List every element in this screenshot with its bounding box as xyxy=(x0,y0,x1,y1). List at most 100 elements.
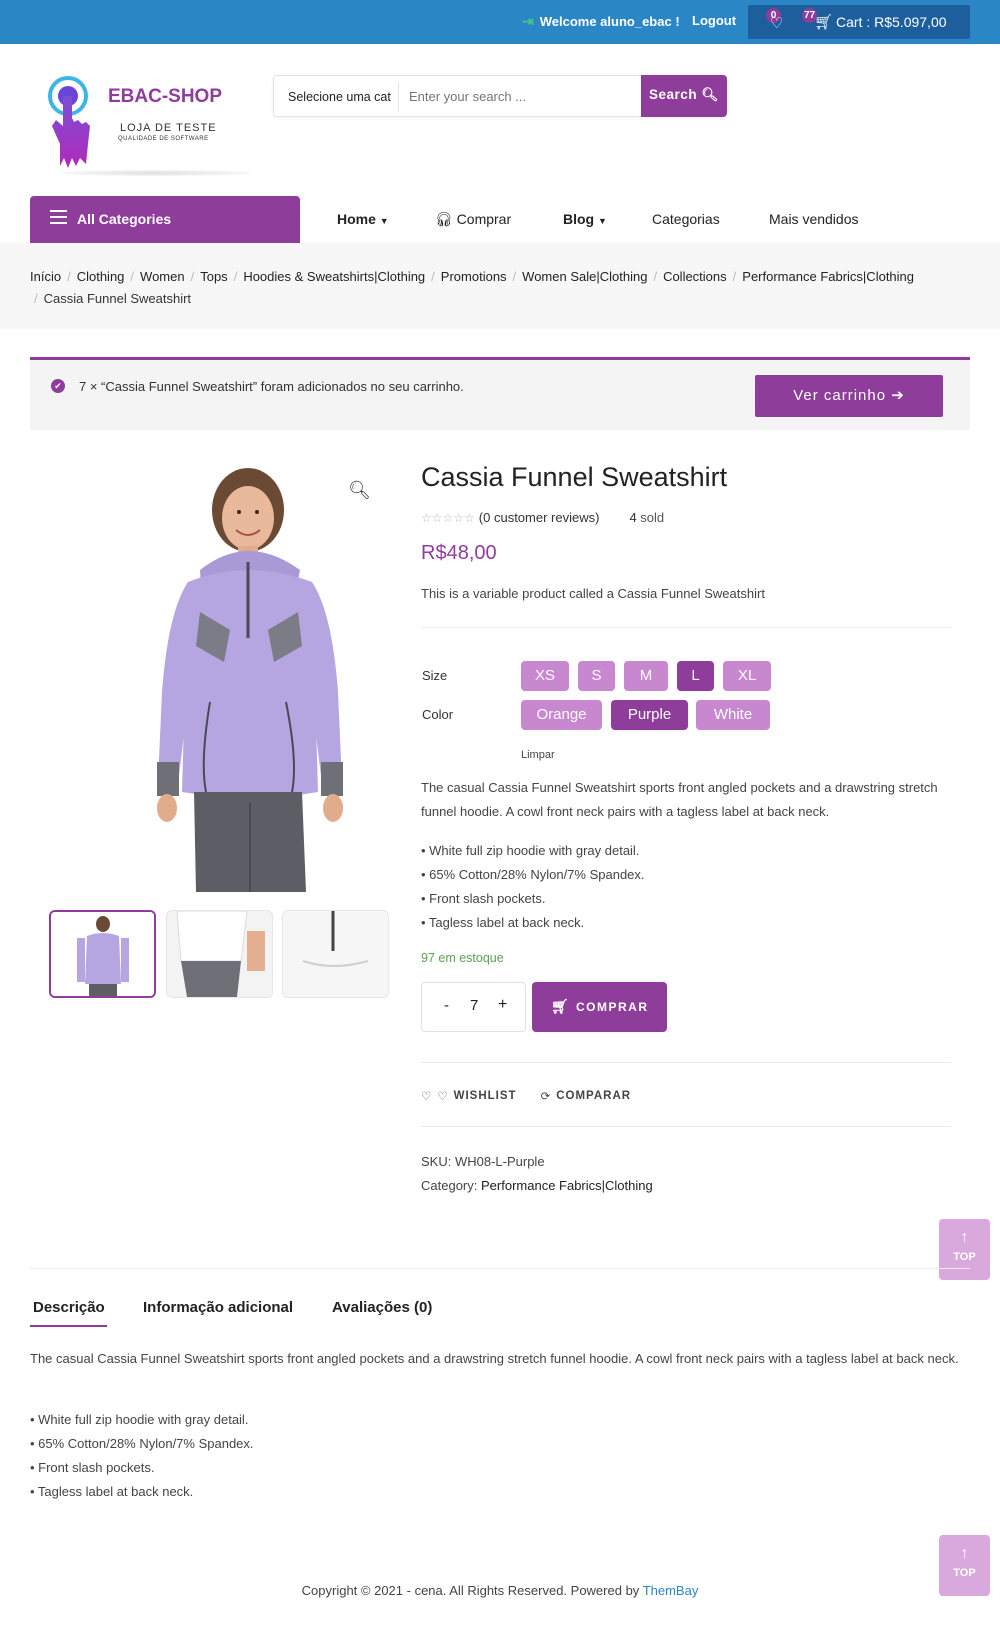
product-main-image[interactable] xyxy=(50,462,390,892)
heart-outline-icon: ♡ xyxy=(437,1091,449,1103)
breadcrumb-separator: / xyxy=(130,269,135,284)
sku-label: SKU: xyxy=(421,1154,452,1169)
breadcrumb-item[interactable]: Início xyxy=(30,269,61,284)
breadcrumb-item[interactable]: Collections xyxy=(663,269,727,284)
quantity-increase-button[interactable]: + xyxy=(498,996,507,1014)
sku-row: SKU: WH08-L-Purple xyxy=(421,1150,653,1174)
site-logo[interactable]: EBAC-SHOP LOJA DE TESTE QUALIDADE DE SOF… xyxy=(40,70,250,180)
arrow-up-icon: ↑ xyxy=(960,1229,969,1246)
active-tab-indicator xyxy=(30,1325,107,1327)
cart-box[interactable]: 0 ♡ 77 🛒︎ Cart : R$5.097,00 xyxy=(748,5,970,39)
tab-description-content: The casual Cassia Funnel Sweatshirt spor… xyxy=(30,1351,959,1366)
tab-informacao-adicional[interactable]: Informação adicional xyxy=(143,1299,293,1316)
product-meta: SKU: WH08-L-Purple Category: Performance… xyxy=(421,1150,653,1198)
view-cart-button[interactable]: Ver carrinho ➔ xyxy=(755,375,943,417)
refresh-icon: ⟳ xyxy=(540,1091,552,1103)
compare-button[interactable]: ⟳ COMPARAR xyxy=(541,1089,632,1103)
product-thumbnail[interactable] xyxy=(282,910,389,998)
cart-icon[interactable]: 🛒︎ xyxy=(814,13,833,31)
search-button[interactable]: Search 🔍︎ xyxy=(641,75,727,117)
breadcrumb-item[interactable]: Women Sale|Clothing xyxy=(522,269,647,284)
product-title: Cassia Funnel Sweatshirt xyxy=(421,462,728,492)
headset-icon: 🎧︎ xyxy=(435,211,453,227)
product-short-description: This is a variable product called a Cass… xyxy=(421,586,765,601)
nav-item-comprar[interactable]: 🎧︎ Comprar xyxy=(435,211,511,228)
rating-stars-icon: ☆☆☆☆☆ xyxy=(421,510,475,525)
divider xyxy=(421,627,951,628)
nav-item-home[interactable]: Home ▼ xyxy=(337,211,389,227)
add-to-cart-button[interactable]: 🛒︎ COMPRAR xyxy=(532,982,667,1032)
breadcrumb-separator: / xyxy=(190,269,195,284)
size-option-l[interactable]: L xyxy=(677,661,714,691)
sku-value: WH08-L-Purple xyxy=(454,1154,545,1169)
logo-shadow xyxy=(60,170,250,176)
footer-copyright: Copyright © 2021 - cena. All Rights Rese… xyxy=(0,1583,1000,1598)
category-link[interactable]: Performance Fabrics|Clothing xyxy=(481,1178,653,1193)
welcome-link[interactable]: ⇥ Welcome aluno_ebac ! xyxy=(522,13,680,30)
tab-avaliacoes[interactable]: Avaliações (0) xyxy=(332,1299,432,1316)
product-thumbnail[interactable] xyxy=(49,910,156,998)
hand-logo-icon xyxy=(48,76,90,168)
review-count-link[interactable]: (0 customer reviews) xyxy=(479,510,600,525)
cart-icon: 🛒︎ xyxy=(551,998,571,1014)
logout-link[interactable]: Logout xyxy=(692,13,736,28)
breadcrumb: Início / Clothing / Women / Tops / Hoodies & Swe… xyxy=(30,266,960,310)
product-features: • White full zip hoodie with gray detail… xyxy=(421,839,645,935)
all-categories-button[interactable]: All Categories xyxy=(30,196,300,243)
search-button-label: Search xyxy=(649,87,698,102)
breadcrumb-item[interactable]: Hoodies & Sweatshirts|Clothing xyxy=(243,269,425,284)
search-category-select[interactable]: Selecione uma cat xyxy=(288,90,391,104)
add-to-cart-label: COMPRAR xyxy=(576,1000,649,1014)
caret-down-icon: ▼ xyxy=(598,216,607,226)
quantity-decrease-button[interactable]: - xyxy=(444,997,449,1014)
quantity-stepper: - 7 + xyxy=(421,982,526,1032)
nav-item-mais-vendidos[interactable]: Mais vendidos xyxy=(769,211,859,227)
color-option-orange[interactable]: Orange xyxy=(521,700,602,730)
feature-item: • Front slash pockets. xyxy=(421,891,546,906)
product-thumbnail[interactable] xyxy=(166,910,273,998)
cart-total[interactable]: Cart : R$5.097,00 xyxy=(836,14,947,30)
search-icon: 🔍︎ xyxy=(701,87,719,102)
quantity-input[interactable]: 7 xyxy=(470,997,478,1014)
category-label: Category: xyxy=(421,1178,478,1193)
wishlist-button[interactable]: ♡ ♡ WISHLIST xyxy=(421,1089,517,1103)
breadcrumb-item[interactable]: Promotions xyxy=(441,269,507,284)
breadcrumb-item[interactable]: Tops xyxy=(200,269,227,284)
breadcrumb-item[interactable]: Women xyxy=(140,269,185,284)
nav-item-comprar-label: Comprar xyxy=(456,211,512,227)
thembay-link[interactable]: ThemBay xyxy=(643,1583,699,1598)
feature-item: • Front slash pockets. xyxy=(30,1460,155,1475)
wishlist-heart-icon[interactable]: ♡ xyxy=(770,14,783,32)
breadcrumb-separator: / xyxy=(233,269,238,284)
breadcrumb-separator: / xyxy=(512,269,517,284)
size-option-s[interactable]: S xyxy=(578,661,615,691)
nav-item-categorias[interactable]: Categorias xyxy=(652,211,720,227)
color-option-purple[interactable]: Purple xyxy=(611,700,688,730)
search-input[interactable] xyxy=(409,84,629,108)
size-option-m[interactable]: M xyxy=(624,661,668,691)
color-option-white[interactable]: White xyxy=(696,700,770,730)
product-rating: ☆☆☆☆☆ (0 customer reviews) 4 sold xyxy=(421,510,664,525)
sold-label: sold xyxy=(640,510,665,525)
search-separator xyxy=(398,82,399,112)
divider xyxy=(421,1126,951,1127)
back-to-top-button[interactable]: ↑ TOP xyxy=(939,1219,990,1280)
menu-icon xyxy=(50,210,67,224)
nav-item-home-label: Home xyxy=(337,211,376,227)
breadcrumb-separator: / xyxy=(34,291,38,306)
nav-item-blog-label: Blog xyxy=(563,211,595,227)
divider xyxy=(421,1062,951,1063)
breadcrumb-item[interactable]: Performance Fabrics|Clothing xyxy=(742,269,914,284)
back-to-top-label: TOP xyxy=(953,1251,976,1263)
clear-selection-link[interactable]: Limpar xyxy=(521,749,555,761)
zoom-icon[interactable]: 🔍︎ xyxy=(348,480,371,501)
product-long-description: The casual Cassia Funnel Sweatshirt spor… xyxy=(421,780,938,819)
stock-status: 97 em estoque xyxy=(421,951,504,965)
nav-item-blog[interactable]: Blog ▼ xyxy=(563,211,607,227)
size-option-xl[interactable]: XL xyxy=(723,661,771,691)
tab-descricao[interactable]: Descrição xyxy=(33,1299,105,1316)
check-icon: ✔ xyxy=(51,379,65,393)
view-cart-label: Ver carrinho xyxy=(793,387,887,404)
breadcrumb-item[interactable]: Clothing xyxy=(77,269,125,284)
size-option-xs[interactable]: XS xyxy=(521,661,569,691)
